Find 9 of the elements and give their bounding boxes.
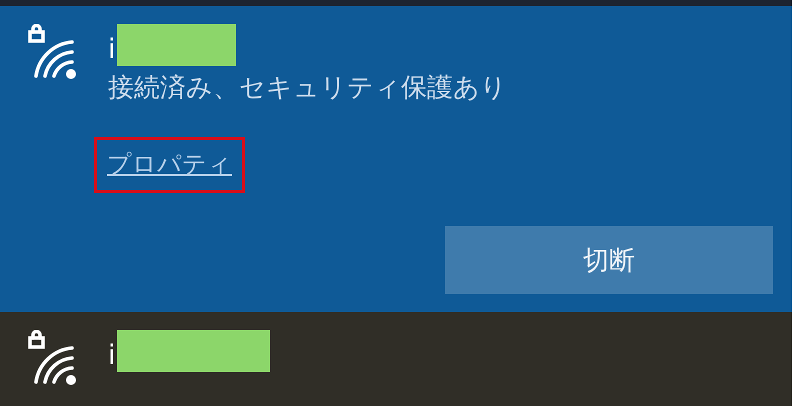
network-name: i (108, 34, 116, 66)
secured-wifi-icon (28, 330, 78, 386)
network-item[interactable]: i 接続済み、セキュリティ保護あり プロパティ 切断 (0, 6, 792, 312)
network-item[interactable]: i (0, 312, 792, 406)
connection-status: 接続済み、セキュリティ保護あり (108, 72, 507, 105)
disconnect-button[interactable]: 切断 (445, 226, 773, 294)
secured-wifi-icon (28, 24, 78, 80)
properties-link[interactable]: プロパティ (107, 150, 232, 178)
network-name: i (108, 340, 116, 372)
